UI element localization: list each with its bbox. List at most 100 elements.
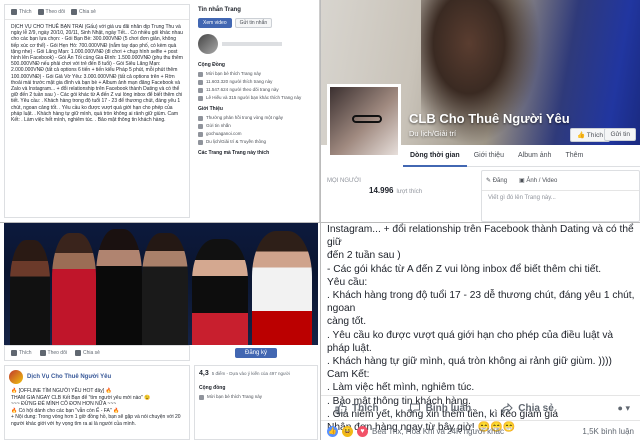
share-button[interactable]: Chia sẻ: [74, 350, 100, 356]
like-button[interactable]: Thích: [335, 402, 379, 414]
group-photo[interactable]: [4, 223, 318, 345]
intro-row: Du lịch/Giải trí & Truyền thông: [194, 138, 316, 146]
post-action-bar: Thích Theo dõi Chia sẻ: [5, 5, 189, 20]
page-avatar[interactable]: [327, 84, 401, 158]
share-icon: [74, 350, 81, 356]
text-line: . Khách hàng trong độ tuổi 17 - 23 dễ th…: [327, 290, 635, 315]
share-button[interactable]: Chia sẻ: [501, 402, 554, 414]
rating-value: 4,3: [199, 370, 209, 377]
community-row[interactable]: Mời bạn bè thích Trang này: [194, 70, 316, 78]
text-line: Instagram... + đổi relationship trên Fac…: [327, 224, 634, 249]
person-figure: [10, 240, 50, 345]
share-icon: [501, 402, 513, 414]
post-author[interactable]: Dịch Vụ Cho Thuê Người Yêu: [27, 374, 111, 380]
send-message-button[interactable]: Gửi tin nhắn: [234, 18, 273, 28]
tab-timeline[interactable]: Dòng thời gian: [403, 145, 467, 167]
clock-icon: [198, 115, 203, 121]
page-sidebar: Tin nhắn Trang Xem video Gửi tin nhắn Cộ…: [194, 4, 316, 218]
people-box: MỌI NGƯỜI 14.996 lượt thích: [321, 170, 481, 222]
love-reaction-icon: ♥: [357, 425, 368, 437]
community-row: 11.603.320 người thích trang này: [194, 78, 316, 86]
post-body: 🔥 [OFFLINE TÌM NGƯỜI YÊU HOT đây] 🔥 THAM…: [5, 388, 189, 427]
composer-tab-post[interactable]: ✎ Đăng: [486, 177, 507, 184]
rating-box: 4,3 5 điểm - Dựa vào ý kiến của 497 ngườ…: [194, 365, 318, 440]
post-body-text: DỊCH VỤ CHO THUÊ BẠN TRAI (Gấu) với giá …: [11, 24, 183, 124]
follow-button[interactable]: Theo dõi: [37, 9, 65, 15]
comment-icon: [409, 403, 420, 414]
comment-count[interactable]: 1,5K bình luận: [582, 427, 634, 436]
avatar[interactable]: [9, 370, 23, 384]
composer-tab-photo[interactable]: ▣ Ảnh / Video: [519, 177, 557, 184]
tag-icon: [198, 139, 203, 145]
text-line: Yêu cầu:: [327, 276, 368, 288]
messenger-icon: [198, 123, 203, 129]
composer-input[interactable]: Viết gì đó lên Trang này...: [482, 191, 639, 205]
glasses-shape: [352, 115, 382, 123]
post-screenshot-panel: Thích Theo dõi Chia sẻ DỊCH VỤ CHO THUÊ …: [0, 0, 320, 222]
page-header-panel: CLB Cho Thuê Người Yêu Du lịch/Giải trí …: [321, 0, 640, 222]
invite-row[interactable]: Mời bạn bè thích Trang này: [195, 393, 317, 401]
like-button[interactable]: Thích: [11, 350, 32, 356]
community-row: Lê Hiếu và 315 người bạn khác thích Tran…: [194, 94, 316, 102]
page-message-button[interactable]: Gửi tin: [604, 128, 636, 141]
placeholder-line: [222, 42, 282, 46]
follow-button[interactable]: Theo dõi: [39, 350, 67, 356]
page-category[interactable]: Du lịch/Giải trí: [409, 129, 456, 138]
camera-icon: ▣: [519, 178, 525, 184]
register-area: Đăng ký: [194, 345, 318, 361]
event-post: Dịch Vụ Cho Thuê Người Yêu 🔥 [OFFLINE TÌ…: [4, 365, 190, 440]
thumbnail-avatar: [198, 34, 218, 54]
reactions-text: Bea Trix, Hòa Khỉ và 24K người khác: [372, 426, 504, 436]
text-line: . Làm việc hết mình, nghiêm túc.: [327, 382, 475, 394]
text-line: . Khách hàng tự giữ mình, quá tròn không…: [327, 356, 612, 368]
person-add-icon: [199, 394, 204, 400]
text-line: Cam Kết:: [327, 369, 370, 381]
text-line: càng tốt.: [327, 316, 367, 328]
rss-icon: [39, 350, 46, 356]
thumbs-up-icon: [198, 79, 203, 85]
person-figure: [52, 233, 96, 345]
intro-row: Thường phản hồi trong vòng một ngày: [194, 114, 316, 122]
friends-icon: [198, 95, 203, 101]
text-line: . Yêu cầu ko được vượt quá giới hạn cho …: [327, 329, 614, 354]
comment-button[interactable]: Bình luận: [409, 402, 471, 414]
rss-icon: [37, 9, 44, 15]
audience-dropdown-icon[interactable]: ● ▾: [618, 403, 630, 414]
community-row: 11.547.624 người theo dõi trang này: [194, 86, 316, 94]
text-line: đến 2 tuần sau ): [327, 250, 401, 262]
tab-more[interactable]: Thêm: [558, 145, 590, 167]
intro-row[interactable]: Gửi tin nhắn: [194, 122, 316, 130]
tab-about[interactable]: Giới thiệu: [467, 145, 511, 167]
rss-icon: [198, 87, 203, 93]
share-icon: [70, 9, 77, 15]
collage-divider: [320, 0, 321, 440]
sidebar-title: Tin nhắn Trang: [198, 7, 241, 13]
page-title: CLB Cho Thuê Người Yêu: [409, 111, 570, 126]
post-closeup-panel: Instagram... + đổi relationship trên Fac…: [321, 223, 640, 440]
share-button[interactable]: Chia sẻ: [70, 9, 96, 15]
person-figure: [96, 229, 142, 345]
collage-divider: [0, 222, 640, 223]
thumbs-up-icon: 👍: [576, 132, 586, 139]
community-title: Cộng đồng: [199, 385, 226, 391]
like-button[interactable]: Thích: [11, 9, 32, 15]
liked-pages-title: Các Trang mà Trang này thích: [198, 150, 270, 156]
rating-suffix: 5 điểm - Dựa vào ý kiến của 497 người: [211, 371, 290, 376]
photo-action-bar: Thích Theo dõi Chia sẻ: [4, 345, 190, 361]
community-title: Cộng Đồng: [198, 62, 225, 68]
post-action-bar: Thích Bình luận Chia sẻ ● ▾: [321, 395, 640, 421]
person-figure: [142, 233, 188, 345]
post-line: + Nội dung: Trong vòng hơn 1 giờ đồng hồ…: [11, 414, 181, 427]
intro-title: Giới Thiệu: [198, 106, 223, 112]
photo-post-panel: Thích Theo dõi Chia sẻ Đăng ký Dịch Vụ C…: [0, 223, 320, 440]
tab-albums[interactable]: Album ảnh: [511, 145, 558, 167]
page-tabs: Dòng thời gian Giới thiệu Album ảnh Thêm: [403, 145, 640, 167]
register-button[interactable]: Đăng ký: [234, 348, 277, 358]
globe-icon: [198, 131, 203, 137]
reaction-summary[interactable]: 👍 😆 ♥ Bea Trix, Hòa Khỉ và 24K người khá…: [321, 422, 640, 440]
page-post: Thích Theo dõi Chia sẻ DỊCH VỤ CHO THUÊ …: [4, 4, 190, 218]
intro-row[interactable]: gochuaganoi.com: [194, 130, 316, 138]
thumbs-up-icon: [11, 9, 17, 15]
text-line: - Các gói khác từ A đến Z vui lòng inbox…: [327, 263, 602, 275]
view-video-button[interactable]: Xem video: [198, 18, 232, 28]
